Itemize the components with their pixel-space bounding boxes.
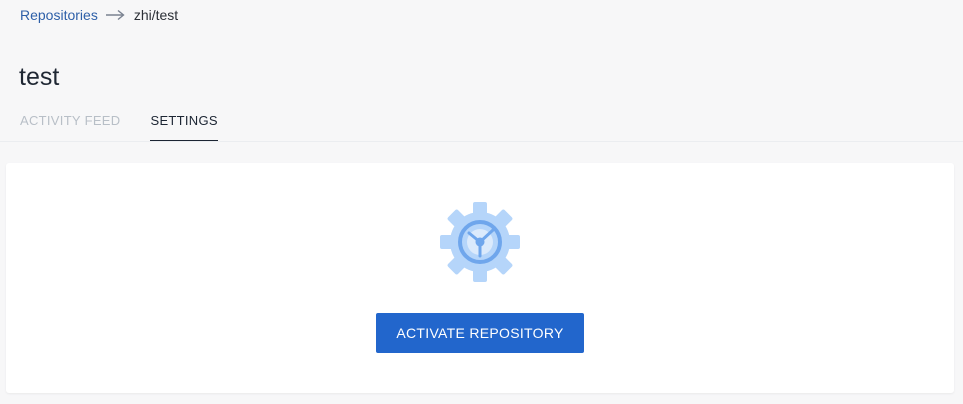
tab-activity-feed[interactable]: ACTIVITY FEED (20, 112, 120, 141)
arrow-right-icon (105, 9, 125, 21)
page: Repositories zhi/test test ACTIVITY FEED… (0, 0, 963, 404)
tab-settings[interactable]: SETTINGS (150, 112, 218, 141)
activate-repository-button[interactable]: ACTIVATE REPOSITORY (376, 313, 584, 353)
page-title: test (19, 63, 60, 91)
breadcrumb: Repositories zhi/test (20, 7, 178, 23)
tabs-divider (0, 141, 963, 142)
breadcrumb-current: zhi/test (133, 7, 179, 23)
settings-card: ACTIVATE REPOSITORY (6, 163, 954, 393)
tab-bar: ACTIVITY FEED SETTINGS (20, 112, 218, 141)
breadcrumb-repositories-link[interactable]: Repositories (20, 7, 98, 23)
gear-icon (440, 202, 520, 282)
